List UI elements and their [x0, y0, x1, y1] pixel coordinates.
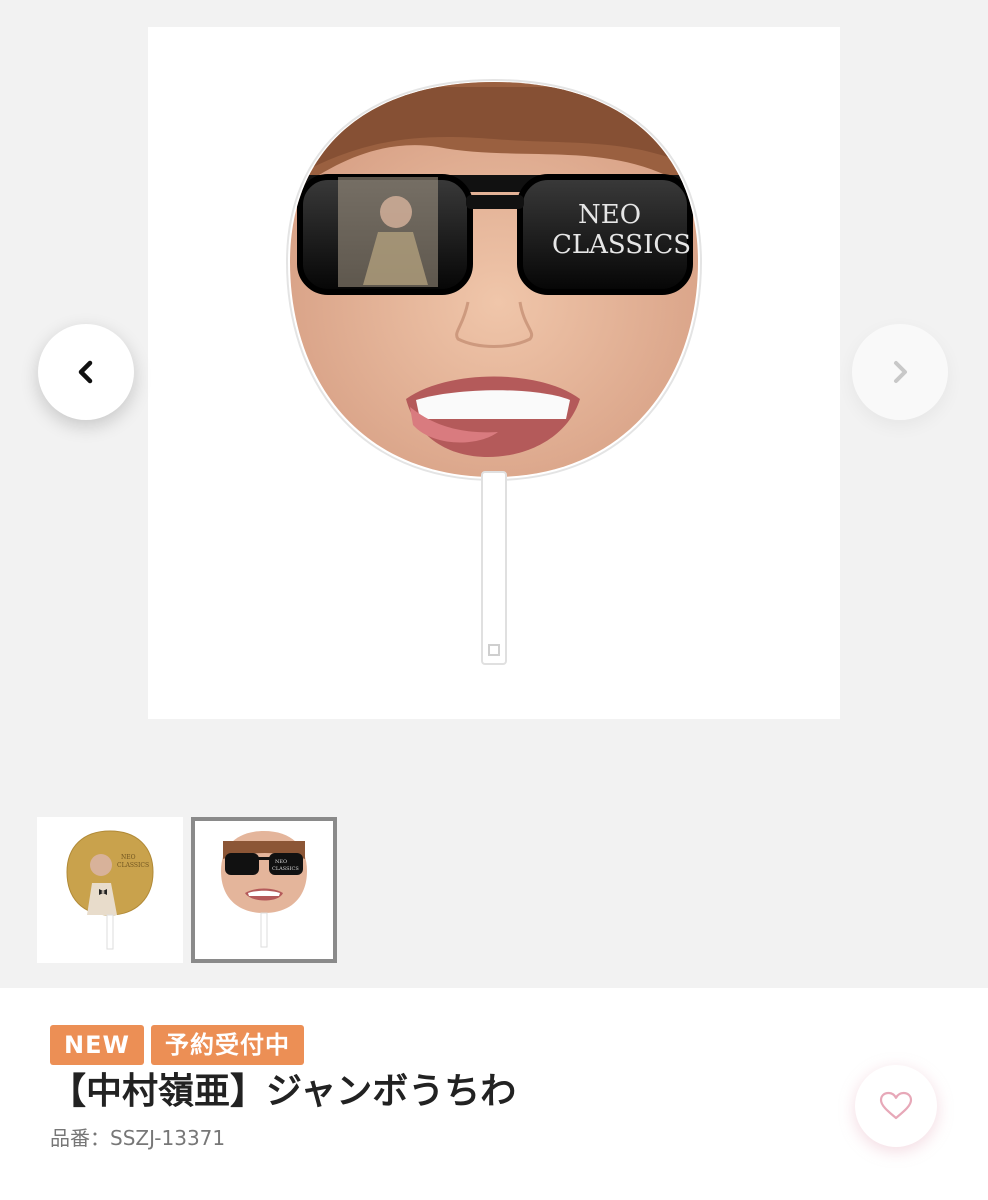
uchiwa-fan-illustration: NEO CLASSICS: [285, 78, 703, 665]
thumbnail-1[interactable]: NEO CLASSICS: [37, 817, 183, 963]
previous-image-button[interactable]: [38, 324, 134, 420]
lens-text-line2: CLASSICS: [552, 230, 691, 260]
thumb2-text-line2: CLASSICS: [272, 866, 299, 872]
thumb1-text-line1: NEO: [121, 854, 136, 861]
thumb1-text-line2: CLASSICS: [117, 862, 149, 869]
product-title: 【中村嶺亜】ジャンボうちわ: [50, 1071, 517, 1112]
badge-group: NEW 予約受付中: [50, 1025, 304, 1065]
chevron-left-icon: [78, 360, 93, 384]
chevron-right-icon: [894, 361, 907, 383]
thumbnail-image-sunglasses-fan: NEO CLASSICS: [221, 831, 307, 948]
product-code: 品番：SSZJ-13371: [50, 1126, 226, 1150]
thumbnail-image-gold-fan: NEO CLASSICS: [66, 830, 154, 950]
thumbnail-2-selected[interactable]: NEO CLASSICS: [191, 817, 337, 963]
heart-icon: [879, 1091, 913, 1120]
next-image-button[interactable]: [852, 324, 948, 420]
preorder-badge: 予約受付中: [150, 1025, 304, 1065]
main-product-image: NEO CLASSICS: [148, 27, 840, 719]
product-info-panel: NEW 予約受付中 【中村嶺亜】ジャンボうちわ 品番：SSZJ-13371: [0, 988, 988, 1200]
thumb2-text-line1: NEO: [275, 859, 287, 865]
new-badge: NEW: [50, 1025, 144, 1065]
favorite-button[interactable]: [855, 1065, 937, 1147]
lens-text-line1: NEO: [578, 200, 641, 230]
product-gallery: NEO CLASSICS NEO CLASSICS NEO CLASSICS: [0, 0, 988, 988]
